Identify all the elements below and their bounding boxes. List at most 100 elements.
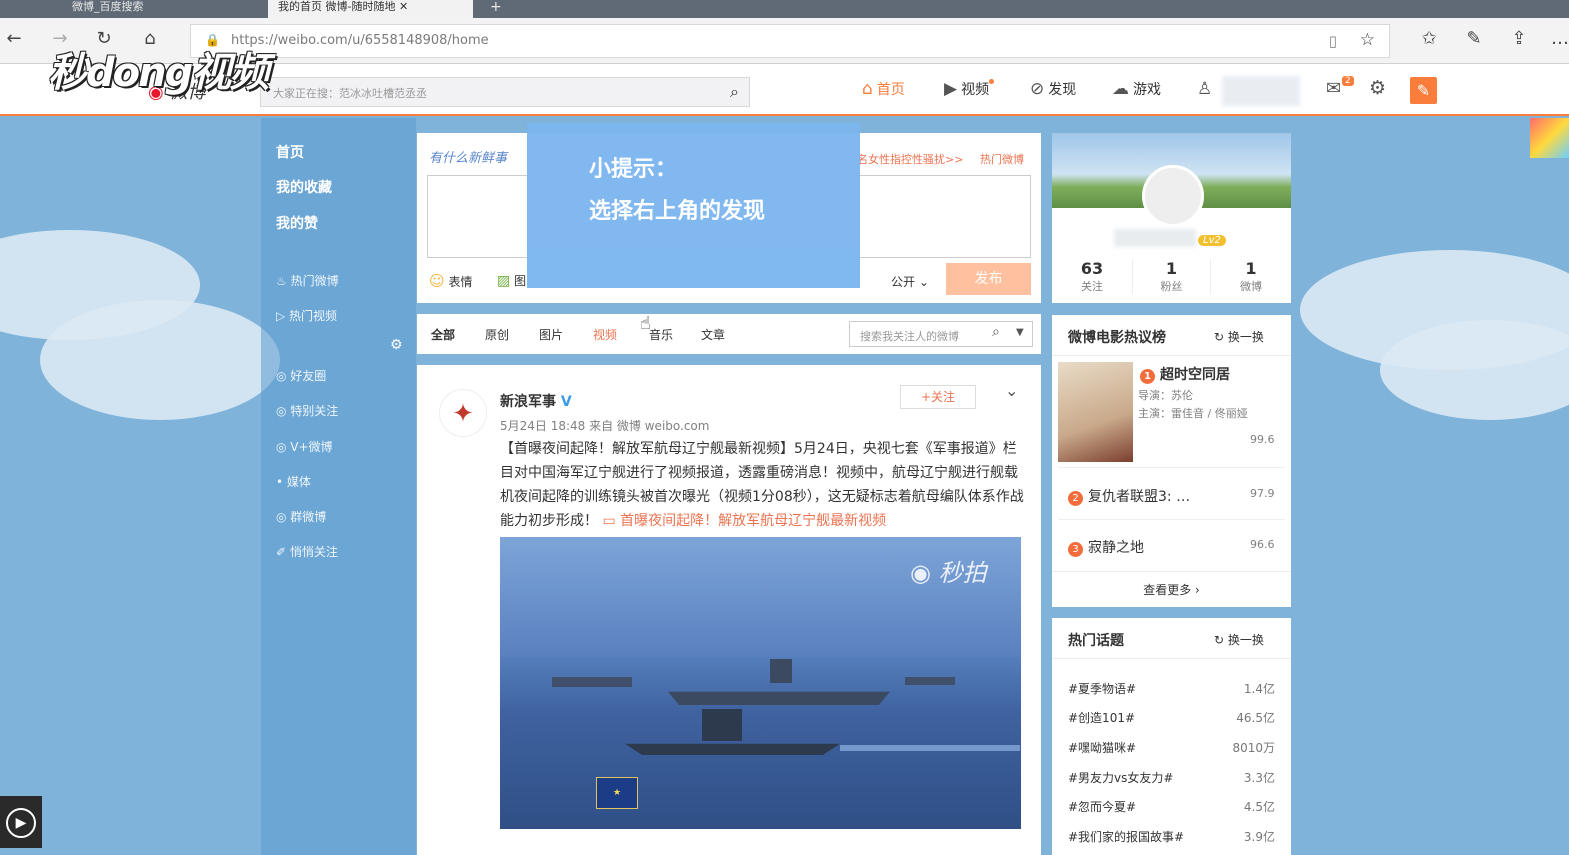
movie-top-item[interactable]: 1 超时空同居 <box>1140 364 1230 384</box>
author-name: 新浪军事 <box>500 394 556 410</box>
nav-game[interactable]: ☁ 游戏 <box>1112 79 1161 99</box>
movie-item[interactable]: 2 复仇者联盟3: … <box>1068 486 1190 506</box>
sidebar-item-friends[interactable]: ◎ 好友圈 <box>276 367 326 384</box>
post-author[interactable]: 新浪军事 V <box>500 391 572 411</box>
stat-following[interactable]: 63 关注 <box>1052 259 1132 294</box>
sidebar-item-group-weibo[interactable]: ◎ 群微博 <box>276 508 326 525</box>
favorites-icon[interactable]: ✩ <box>1417 28 1441 49</box>
back-icon[interactable]: ← <box>2 28 26 49</box>
stat-posts[interactable]: 1 微博 <box>1211 259 1291 294</box>
sidebar-item-favorites[interactable]: 我的收藏 <box>276 177 332 197</box>
post-video-player[interactable]: ◉ 秒拍 ★ <box>500 537 1021 829</box>
tab-images[interactable]: 图片 <box>539 326 563 343</box>
image-button[interactable]: ▨ 图 <box>497 272 526 289</box>
weibo-search-input[interactable]: 大家正在搜：范冰冰吐槽范丞丞 ⌕ <box>260 77 750 107</box>
video-watermark: ◉ 秒拍 <box>910 559 987 587</box>
dropdown-arrow-icon[interactable]: ▼ <box>1016 327 1024 338</box>
browser-tabstrip: 微博_百度搜索 我的首页 微博-随时随地 ✕ + <box>0 0 1569 18</box>
sidebar-item-likes[interactable]: 我的赞 <box>276 213 318 233</box>
compose-icon[interactable]: ✎ <box>1410 77 1437 104</box>
movie-poster[interactable] <box>1058 362 1133 462</box>
feed-search-input[interactable]: 搜索我关注人的微博 ⌕ ▼ <box>849 321 1033 347</box>
emoji-button[interactable]: ☺ 表情 <box>429 272 472 290</box>
profile-avatar[interactable] <box>1142 165 1204 227</box>
author-avatar[interactable]: ✦ <box>439 389 487 437</box>
tab-all[interactable]: 全部 <box>431 326 455 343</box>
browser-tab-active[interactable]: 我的首页 微博-随时随地 ✕ <box>268 0 473 18</box>
visibility-select[interactable]: 公开 ⌄ <box>891 273 929 290</box>
carrier-ship <box>668 691 890 705</box>
sidebar-item-hot-weibo[interactable]: ♨ 热门微博 <box>276 272 339 289</box>
view-more-link[interactable]: 查看更多 › <box>1052 581 1291 598</box>
username-blurred[interactable] <box>1222 76 1300 106</box>
carrier-island <box>770 659 792 683</box>
sidebar-label: 热门视频 <box>289 309 338 323</box>
mail-icon[interactable]: ✉ <box>1326 78 1341 99</box>
refresh-button[interactable]: ↻ 换一换 <box>1214 631 1264 648</box>
sidebar-settings-gear-icon[interactable]: ⚙ <box>390 337 403 353</box>
tab-articles[interactable]: 文章 <box>701 326 725 343</box>
player-play-button[interactable]: ▶ <box>0 796 42 848</box>
publish-button[interactable]: 发布 <box>946 263 1031 295</box>
profile-card: Lv2 63 关注 1 粉丝 1 微博 <box>1052 133 1291 303</box>
reading-view-icon[interactable]: ▯ <box>1329 32 1337 50</box>
sidebar-item-secret-follow[interactable]: ✐ 悄悄关注 <box>276 543 338 560</box>
skin-corner-icon[interactable] <box>1530 118 1569 158</box>
share-icon[interactable]: ⇪ <box>1507 28 1531 49</box>
browser-tab[interactable]: 微博_百度搜索 <box>62 0 262 18</box>
nav-discover[interactable]: ⊘ 发现 <box>1030 79 1076 99</box>
hot-news-link[interactable]: 名女性指控性骚扰>> <box>857 151 963 167</box>
movie-item[interactable]: 3 寂静之地 <box>1068 537 1144 557</box>
search-icon[interactable]: ⌕ <box>992 324 1000 340</box>
sidebar-item-hot-video[interactable]: ▷ 热门视频 <box>276 307 337 324</box>
post-video-link[interactable]: ▭ 首曝夜间起降！解放军航母辽宁舰最新视频 <box>602 513 886 529</box>
topic-link[interactable]: #男友力vs女友力# <box>1068 769 1173 786</box>
settings-gear-icon[interactable]: ⚙ <box>1369 77 1386 99</box>
pen-icon[interactable]: ✎ <box>1462 28 1486 49</box>
topic-count: 1.4亿 <box>1243 682 1275 696</box>
image-icon: ▨ <box>497 273 511 289</box>
sidebar-label: V+微博 <box>290 440 333 454</box>
topic-link[interactable]: #夏季物语# <box>1068 680 1136 697</box>
profile-name-blurred[interactable] <box>1114 229 1196 247</box>
topic-link[interactable]: #忽而今夏# <box>1068 798 1136 815</box>
ship-wake <box>840 745 1020 751</box>
url-text: https://weibo.com/u/6558148908/home <box>231 33 489 48</box>
play-icon: ▶ <box>6 808 36 838</box>
topic-link[interactable]: #我们家的报国故事# <box>1068 828 1184 845</box>
favorite-star-icon[interactable]: ☆ <box>1360 30 1375 50</box>
tab-music[interactable]: 音乐 <box>649 326 673 343</box>
nav-label: 游戏 <box>1133 82 1161 98</box>
nav-user[interactable]: ♙ <box>1197 79 1216 99</box>
movie-ranking-card: 微博电影热议榜 ↻ 换一换 1 超时空同居 导演：苏伦 主演：雷佳音 / 佟丽娅 … <box>1052 315 1291 607</box>
stat-fans[interactable]: 1 粉丝 <box>1132 259 1211 294</box>
follow-button[interactable]: +关注 <box>900 385 976 409</box>
new-tab-button[interactable]: + <box>480 0 510 18</box>
refresh-button[interactable]: ↻ 换一换 <box>1214 328 1264 345</box>
home-icon: ⌂ <box>862 79 873 99</box>
stat-label: 关注 <box>1081 280 1103 293</box>
destroyer-ship <box>625 743 840 755</box>
hot-topics-card: 热门话题 ↻ 换一换 #夏季物语# 1.4亿 #创造101# 46.5亿 #嘿呦… <box>1052 618 1291 855</box>
sidebar-item-media[interactable]: • 媒体 <box>276 473 311 490</box>
new-dot <box>989 79 995 84</box>
hot-weibo-link[interactable]: 热门微博 <box>980 151 1024 167</box>
sidebar-item-special[interactable]: ◎ 特别关注 <box>276 402 338 419</box>
tab-original[interactable]: 原创 <box>485 326 509 343</box>
follow-label: +关注 <box>920 390 956 404</box>
address-bar[interactable]: 🔒 https://weibo.com/u/6558148908/home ▯ … <box>190 24 1390 58</box>
chevron-down-icon[interactable]: ⌄ <box>1005 381 1018 400</box>
verified-icon: V <box>560 394 572 410</box>
tab-video[interactable]: 视频 <box>593 326 617 343</box>
sidebar-item-vplus[interactable]: ◎ V+微博 <box>276 438 333 455</box>
nav-video[interactable]: ▶ 视频 <box>944 79 995 99</box>
more-icon[interactable]: … <box>1548 28 1569 49</box>
search-icon[interactable]: ⌕ <box>730 82 739 102</box>
sidebar-item-home[interactable]: 首页 <box>276 142 304 162</box>
topic-link[interactable]: #创造101# <box>1068 709 1135 726</box>
topic-link[interactable]: #嘿呦猫咪# <box>1068 739 1136 756</box>
tip-text: 选择右上角的发现 <box>589 199 766 224</box>
distant-ship <box>552 677 632 687</box>
nav-home[interactable]: ⌂ 首页 <box>862 79 905 99</box>
rank-badge: 1 <box>1140 369 1155 384</box>
